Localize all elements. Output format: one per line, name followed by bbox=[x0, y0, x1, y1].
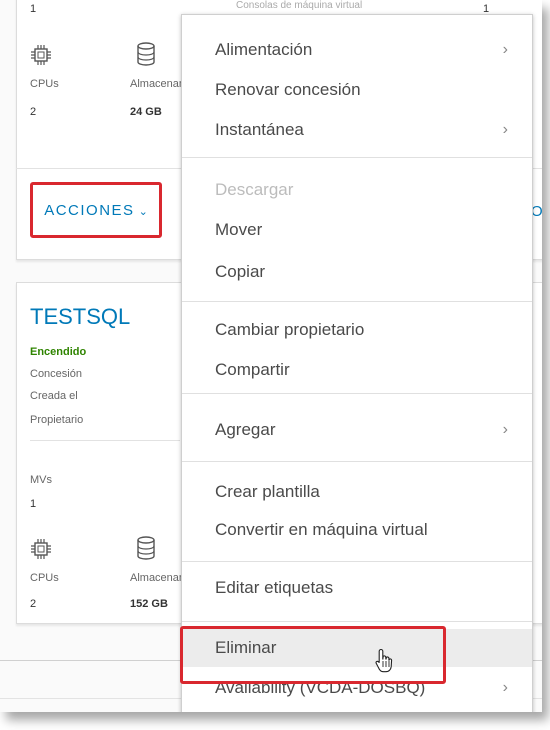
chevron-right-icon: › bbox=[502, 679, 508, 696]
menu-item-label: Availability (VCDA-DOSBQ) bbox=[215, 678, 426, 697]
menu-item-snapshot[interactable]: Instantánea › bbox=[182, 111, 532, 149]
vm-name-link[interactable]: TESTSQL bbox=[30, 304, 130, 330]
menu-item-label: Alimentación bbox=[215, 40, 313, 59]
menu-item-add[interactable]: Agregar › bbox=[182, 411, 532, 449]
vm1-consoles-label: Consolas de máquina virtual bbox=[236, 0, 363, 11]
menu-item-copy[interactable]: Copiar bbox=[182, 253, 532, 291]
actions-button[interactable]: ACCIONES ⌄ bbox=[30, 182, 162, 238]
storage-icon bbox=[137, 42, 155, 66]
menu-item-label: Eliminar bbox=[215, 638, 277, 657]
vm1-cpus-value: 2 bbox=[30, 106, 37, 118]
vm1-storage-value: 24 GB bbox=[130, 106, 162, 118]
status-badge: Encendido bbox=[30, 346, 87, 358]
menu-item-delete[interactable]: Eliminar bbox=[182, 629, 532, 667]
vm1-cpus-label: CPUs bbox=[30, 78, 59, 90]
cpu-icon bbox=[31, 45, 51, 65]
menu-item-label: Agregar bbox=[215, 420, 276, 439]
menu-item-share[interactable]: Compartir bbox=[182, 351, 532, 389]
menu-item-label: Renovar concesión bbox=[215, 80, 361, 99]
menu-item-edit-tags[interactable]: Editar etiquetas bbox=[182, 569, 532, 607]
cpu-icon bbox=[31, 539, 51, 559]
actions-label: ACCIONES bbox=[44, 201, 135, 219]
vm1-top-value: 1 bbox=[30, 3, 37, 15]
menu-separator bbox=[182, 393, 532, 394]
menu-separator bbox=[182, 301, 532, 302]
menu-item-power[interactable]: Alimentación › bbox=[182, 31, 532, 69]
menu-item-renew-lease[interactable]: Renovar concesión bbox=[182, 71, 532, 109]
menu-separator bbox=[182, 561, 532, 562]
vm2-cpus-label: CPUs bbox=[30, 572, 59, 584]
storage-icon bbox=[137, 536, 155, 560]
section-divider bbox=[30, 440, 180, 441]
created-label: Creada el bbox=[30, 390, 78, 402]
owner-label: Propietario bbox=[30, 414, 84, 426]
menu-item-convert-vm[interactable]: Convertir en máquina virtual bbox=[182, 511, 532, 549]
menu-item-label: Copiar bbox=[215, 262, 266, 281]
chevron-right-icon: › bbox=[502, 121, 508, 138]
menu-item-label: Cambiar propietario bbox=[215, 320, 365, 339]
menu-item-create-template[interactable]: Crear plantilla bbox=[182, 473, 532, 511]
menu-item-label: Mover bbox=[215, 220, 263, 239]
menu-item-label: Editar etiquetas bbox=[215, 578, 334, 597]
menu-item-change-owner[interactable]: Cambiar propietario bbox=[182, 311, 532, 349]
vms-value: 1 bbox=[30, 498, 37, 510]
chevron-down-icon: ⌄ bbox=[138, 205, 148, 218]
menu-separator bbox=[182, 621, 532, 622]
menu-item-label: Compartir bbox=[215, 360, 290, 379]
menu-item-download: Descargar bbox=[182, 171, 532, 209]
chevron-right-icon: › bbox=[502, 41, 508, 58]
hand-cursor-icon bbox=[375, 648, 393, 673]
menu-item-label: Instantánea bbox=[215, 120, 304, 139]
actions-context-menu: Alimentación › Renovar concesión Instant… bbox=[181, 14, 533, 712]
menu-item-move[interactable]: Mover bbox=[182, 211, 532, 249]
menu-separator bbox=[182, 157, 532, 158]
chevron-right-icon: › bbox=[502, 421, 508, 438]
vm2-cpus-value: 2 bbox=[30, 598, 37, 610]
app-frame: 1 Consolas de máquina virtual 1 CPUs 2 A… bbox=[0, 0, 542, 712]
vms-label: MVs bbox=[30, 474, 52, 486]
menu-item-availability[interactable]: Availability (VCDA-DOSBQ) › bbox=[182, 669, 532, 707]
menu-item-label: Convertir en máquina virtual bbox=[215, 520, 428, 539]
menu-separator bbox=[182, 461, 532, 462]
lease-label: Concesión bbox=[30, 368, 82, 380]
vm2-storage-value: 152 GB bbox=[130, 598, 168, 610]
menu-item-label: Crear plantilla bbox=[215, 482, 320, 501]
menu-item-label: Descargar bbox=[215, 180, 294, 199]
